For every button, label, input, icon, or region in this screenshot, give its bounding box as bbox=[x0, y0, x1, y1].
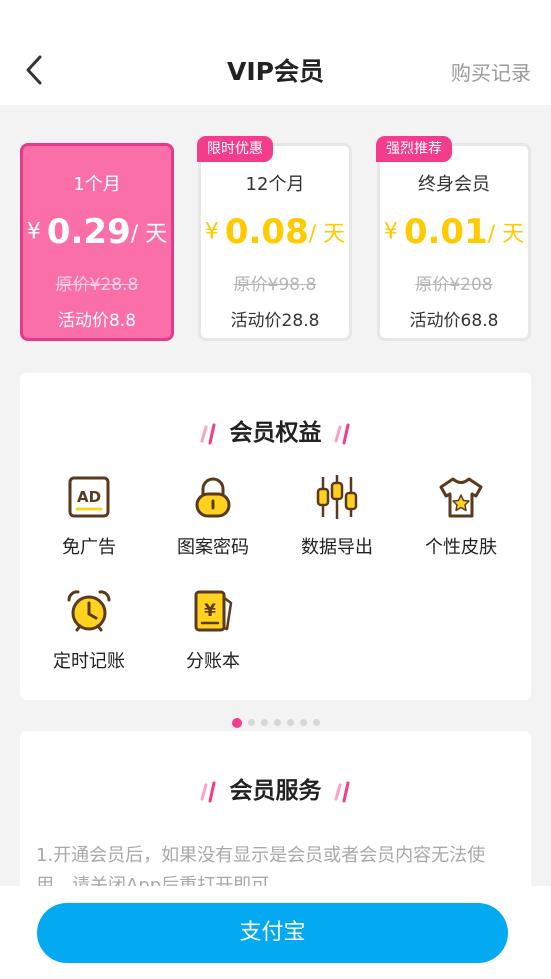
price-amount: 0.01 bbox=[403, 212, 488, 252]
slash-decoration-icon bbox=[334, 423, 349, 444]
original-price: 原价¥28.8 bbox=[55, 275, 139, 295]
svg-text:¥: ¥ bbox=[204, 601, 216, 621]
benefit-label: 定时记账 bbox=[53, 651, 125, 672]
services-title: 会员服务 bbox=[20, 771, 531, 805]
plan-price: ¥0.01/ 天 bbox=[380, 212, 528, 252]
plan-name: 12个月 bbox=[245, 174, 305, 195]
benefits-card: 会员权益 AD 免广告 图案密码 数据导出 个性皮肤 定时记账 ¥ 分账本 bbox=[20, 373, 531, 700]
currency-symbol: ¥ bbox=[204, 219, 219, 245]
alipay-button[interactable]: 支付宝 bbox=[37, 903, 508, 963]
plan-price: ¥0.08/ 天 bbox=[201, 212, 349, 252]
lock-icon bbox=[195, 477, 231, 518]
price-unit: / 天 bbox=[487, 222, 525, 247]
payment-bar: 支付宝 bbox=[0, 886, 551, 979]
pager-dot[interactable] bbox=[260, 719, 268, 726]
pager-dot[interactable] bbox=[312, 719, 320, 726]
benefit-label: 图案密码 bbox=[177, 537, 249, 558]
purchase-history-link[interactable]: 购买记录 bbox=[451, 57, 531, 86]
pager-dot[interactable] bbox=[299, 719, 307, 726]
services-title-text: 会员服务 bbox=[229, 778, 322, 804]
alarm-clock-icon bbox=[67, 590, 111, 632]
price-amount: 0.29 bbox=[46, 212, 131, 252]
benefit-split-ledger[interactable]: ¥ 分账本 bbox=[148, 587, 278, 673]
slash-decoration-icon bbox=[200, 781, 215, 802]
plan-price: ¥0.29/ 天 bbox=[23, 212, 171, 252]
slash-decoration-icon bbox=[200, 423, 215, 444]
promo-price: 活动价8.8 bbox=[57, 311, 137, 331]
benefit-no-ads[interactable]: AD 免广告 bbox=[24, 473, 154, 559]
benefit-label: 免广告 bbox=[62, 537, 116, 558]
currency-symbol: ¥ bbox=[383, 219, 398, 245]
benefits-title-text: 会员权益 bbox=[229, 420, 322, 446]
pager-dot[interactable] bbox=[273, 719, 281, 726]
currency-symbol: ¥ bbox=[26, 219, 41, 245]
pager-dot[interactable] bbox=[247, 719, 255, 726]
price-amount: 0.08 bbox=[224, 212, 309, 252]
plan-card-lifetime[interactable]: 强烈推荐 终身会员 ¥0.01/ 天 原价¥208 活动价68.8 bbox=[376, 136, 531, 341]
price-unit: / 天 bbox=[130, 222, 168, 247]
svg-text:AD: AD bbox=[77, 488, 101, 506]
plan-card-12-months[interactable]: 限时优惠 12个月 ¥0.08/ 天 原价¥98.8 活动价28.8 bbox=[197, 136, 352, 341]
plan-name: 终身会员 bbox=[418, 174, 490, 195]
benefit-skins[interactable]: 个性皮肤 bbox=[396, 473, 526, 559]
header-bar: VIP会员 购买记录 bbox=[0, 0, 551, 105]
promo-price: 活动价68.8 bbox=[409, 311, 499, 331]
plan-card-1-month[interactable]: 1个月 ¥0.29/ 天 原价¥28.8 活动价8.8 bbox=[20, 143, 174, 341]
chart-export-icon bbox=[316, 475, 358, 519]
plan-name: 1个月 bbox=[73, 174, 121, 195]
ad-icon: AD bbox=[68, 476, 110, 518]
benefit-data-export[interactable]: 数据导出 bbox=[272, 473, 402, 559]
tshirt-icon bbox=[439, 477, 483, 518]
benefit-label: 分账本 bbox=[186, 651, 240, 672]
benefit-label: 数据导出 bbox=[301, 537, 373, 558]
benefit-scheduled-bookkeeping[interactable]: 定时记账 bbox=[24, 587, 154, 673]
benefits-pager bbox=[0, 712, 551, 728]
benefits-title: 会员权益 bbox=[20, 413, 531, 447]
original-price: 原价¥208 bbox=[415, 275, 493, 295]
slash-decoration-icon bbox=[334, 781, 349, 802]
pager-dot-active[interactable] bbox=[231, 717, 242, 728]
plan-badge: 强烈推荐 bbox=[376, 136, 452, 162]
price-unit: / 天 bbox=[308, 222, 346, 247]
plan-badge: 限时优惠 bbox=[197, 136, 273, 162]
plan-options: 1个月 ¥0.29/ 天 原价¥28.8 活动价8.8 限时优惠 12个月 ¥0… bbox=[20, 136, 531, 343]
benefit-pattern-password[interactable]: 图案密码 bbox=[148, 473, 278, 559]
benefit-label: 个性皮肤 bbox=[425, 537, 497, 558]
ledger-book-icon: ¥ bbox=[194, 590, 233, 632]
original-price: 原价¥98.8 bbox=[233, 275, 317, 295]
services-card: 会员服务 1.开通会员后，如果没有显示是会员或者会员内容无法使用，请关闭App后… bbox=[20, 731, 531, 901]
promo-price: 活动价28.8 bbox=[230, 311, 320, 331]
pager-dot[interactable] bbox=[286, 719, 294, 726]
